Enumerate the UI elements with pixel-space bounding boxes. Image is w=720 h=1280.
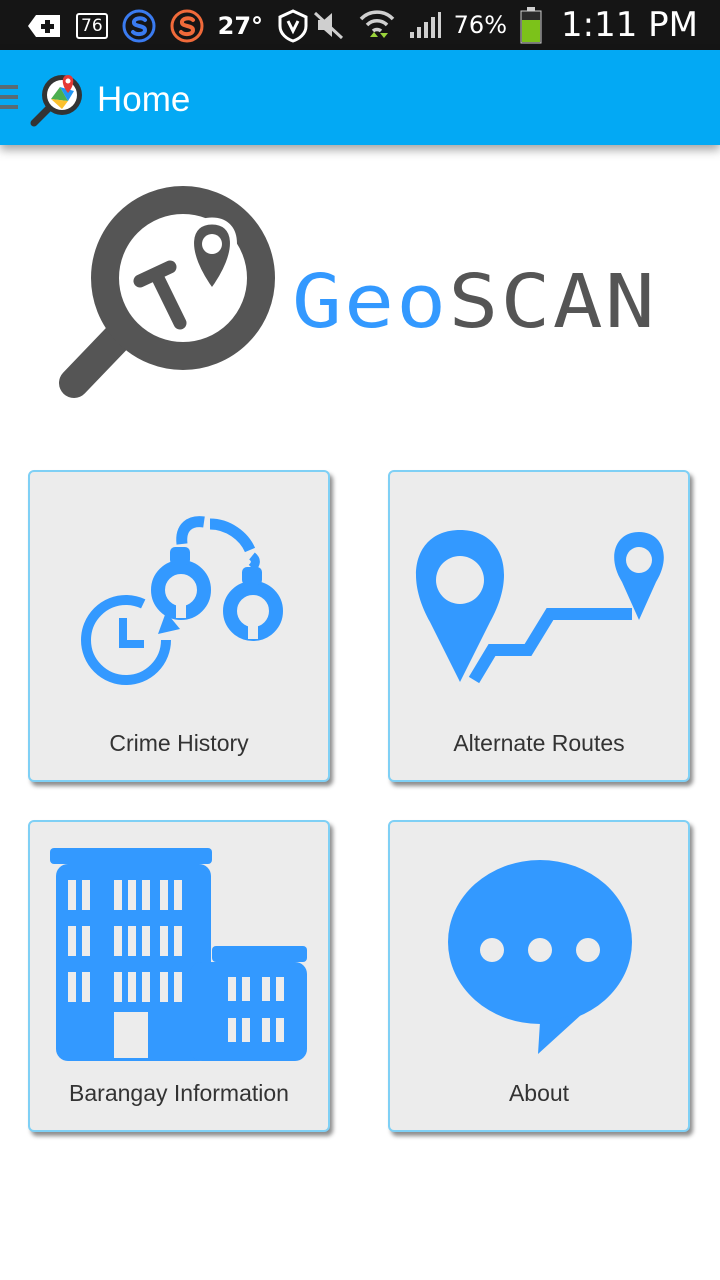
chat-bubble-icon (448, 860, 632, 1054)
s-app-orange-icon (170, 9, 204, 43)
temperature-text: 27° (217, 12, 264, 40)
page-title: Home (97, 80, 191, 119)
shield-icon (277, 9, 309, 43)
tile-label: Alternate Routes (453, 730, 625, 756)
brand-part-geo: Geo (292, 259, 449, 345)
battery-percent-text: 76% (453, 11, 507, 39)
tile-label: About (508, 1080, 570, 1106)
status-bar-left: 76 27° (28, 6, 309, 46)
s-app-blue-icon (122, 9, 156, 43)
plus-icon (28, 11, 62, 41)
building-icon (50, 848, 307, 1061)
signal-icon (408, 10, 442, 40)
app-logo-icon[interactable] (30, 71, 88, 129)
barangay-information-button[interactable]: Barangay Information (28, 820, 330, 1132)
brand-part-scan: SCAN (448, 259, 657, 345)
notification-count-icon: 76 (76, 13, 108, 39)
brand-wordmark: GeoSCAN (292, 262, 657, 342)
wifi-icon (358, 7, 396, 43)
about-button[interactable]: About (388, 820, 690, 1132)
battery-icon (519, 6, 543, 44)
mute-icon (312, 10, 346, 40)
handcuffs-clock-icon (81, 516, 283, 685)
magnifier-map-pin-icon (59, 186, 275, 398)
alternate-routes-button[interactable]: Alternate Routes (388, 470, 690, 782)
status-bar: 76 27° 76% 1:11 PM (0, 0, 720, 50)
crime-history-button[interactable]: Crime History (28, 470, 330, 782)
route-pins-icon (415, 530, 664, 684)
tile-label: Barangay Information (69, 1080, 289, 1106)
status-bar-right: 76% 1:11 PM (312, 0, 698, 50)
clock-text: 1:11 PM (561, 5, 698, 45)
app-bar: Home (0, 50, 720, 145)
tile-label: Crime History (109, 730, 249, 756)
menu-icon[interactable] (0, 85, 18, 113)
